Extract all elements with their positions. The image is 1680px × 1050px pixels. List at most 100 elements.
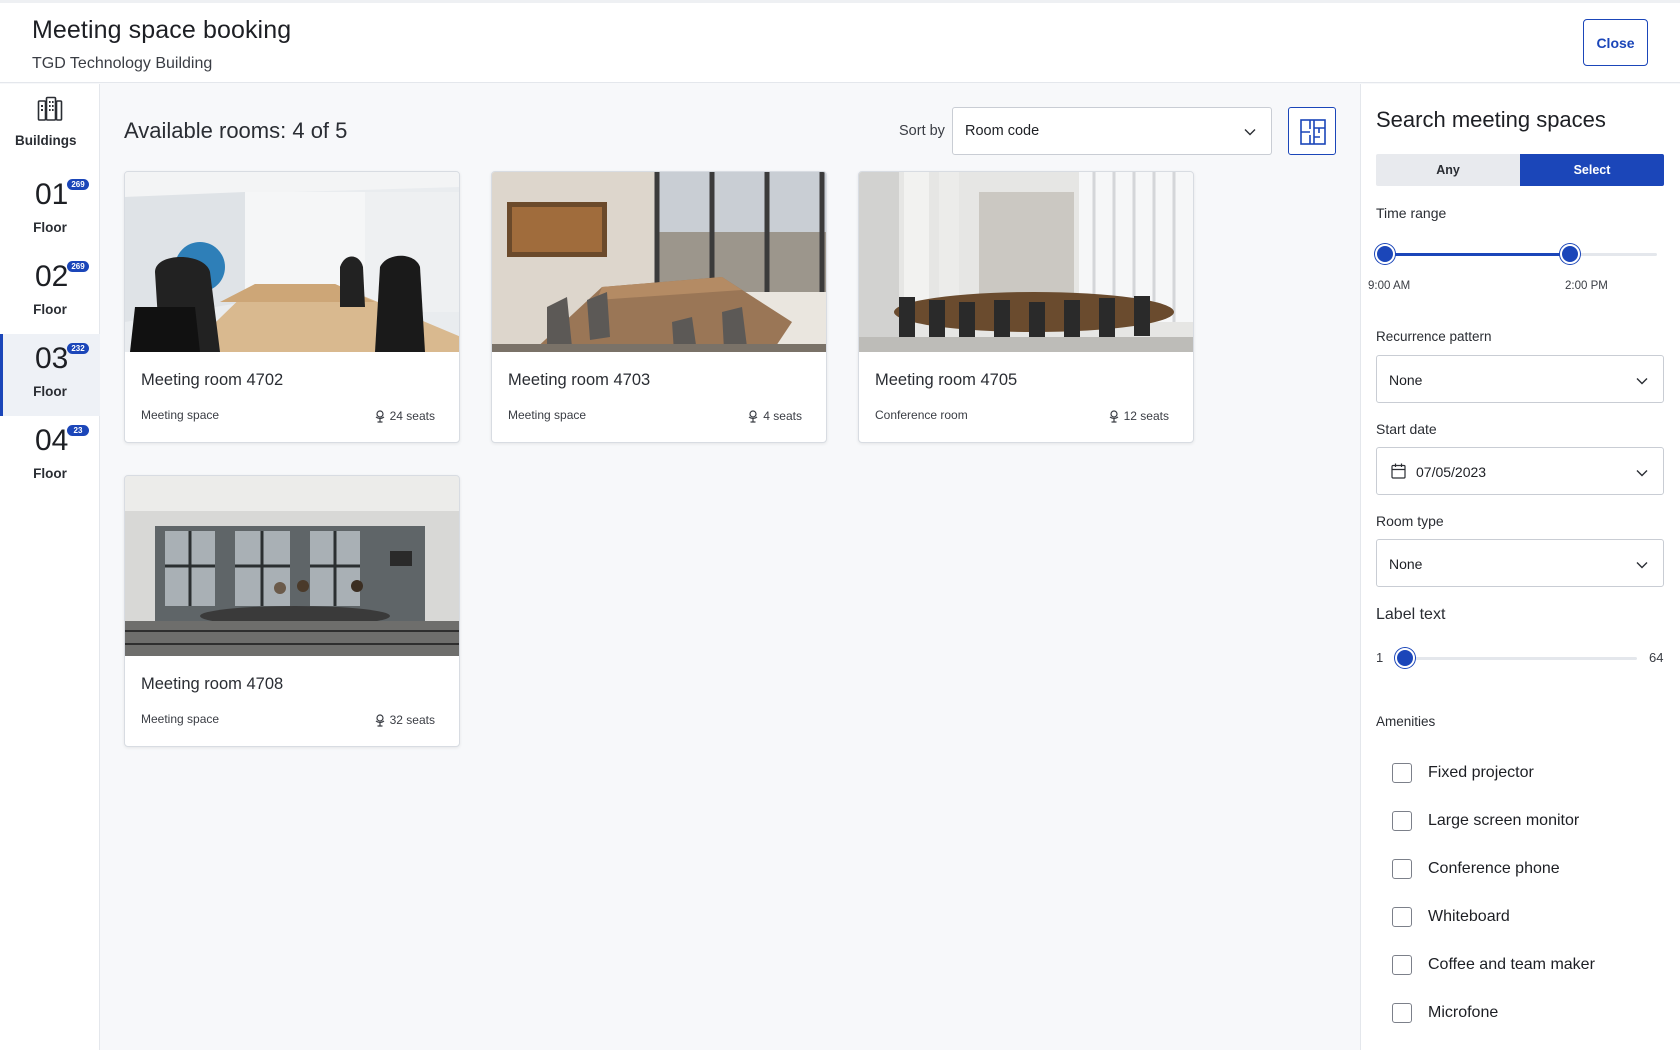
amenity-checkbox[interactable] bbox=[1392, 1003, 1412, 1023]
floor-number: 02 bbox=[35, 260, 69, 293]
buildings-label: Buildings bbox=[15, 133, 77, 148]
building-name: TGD Technology Building bbox=[32, 55, 213, 72]
available-rooms-count: Available rooms: 4 of 5 bbox=[124, 118, 348, 143]
floor-rail: Buildings 01 269 Floor 02 269 Floor 03 2… bbox=[0, 84, 100, 1050]
amenity-microfone[interactable]: Microfone bbox=[1392, 1003, 1498, 1023]
room-type: Meeting space bbox=[508, 408, 587, 422]
room-card-4705[interactable]: Meeting room 4705 Conference room 12 sea… bbox=[858, 171, 1194, 443]
time-range-label: Time range bbox=[1376, 205, 1447, 221]
sort-select[interactable]: Room code bbox=[952, 107, 1272, 155]
label-text-label: Label text bbox=[1376, 606, 1446, 623]
calendar-icon bbox=[1391, 463, 1406, 479]
start-date-picker[interactable]: 07/05/2023 bbox=[1376, 447, 1664, 495]
floor-label: Floor bbox=[33, 384, 67, 399]
chevron-down-icon bbox=[1636, 470, 1648, 477]
seat-icon bbox=[375, 409, 384, 423]
room-photo bbox=[125, 476, 459, 656]
room-type: Conference room bbox=[875, 408, 968, 422]
start-date-value: 07/05/2023 bbox=[1416, 464, 1487, 480]
floor-count-badge: 269 bbox=[67, 261, 89, 272]
amenity-conference-phone[interactable]: Conference phone bbox=[1392, 859, 1560, 879]
floor-count-badge: 232 bbox=[67, 343, 89, 354]
chevron-down-icon bbox=[1636, 378, 1648, 385]
amenity-checkbox[interactable] bbox=[1392, 907, 1412, 927]
amenity-checkbox[interactable] bbox=[1392, 763, 1412, 783]
floor-item-03[interactable]: 03 232 Floor bbox=[0, 334, 100, 416]
seat-count-text: 4 seats bbox=[763, 409, 802, 423]
floor-item-01[interactable]: 01 269 Floor bbox=[0, 170, 100, 252]
chevron-down-icon bbox=[1636, 562, 1648, 569]
floor-label: Floor bbox=[33, 466, 67, 481]
room-card-4708[interactable]: Meeting room 4708 Meeting space 32 seats bbox=[124, 475, 460, 747]
seat-count-text: 24 seats bbox=[389, 409, 435, 423]
time-range-fill bbox=[1385, 253, 1570, 256]
room-photo bbox=[492, 172, 826, 352]
amenity-label: Whiteboard bbox=[1428, 908, 1510, 925]
seat-icon bbox=[1109, 409, 1118, 423]
toggle-select[interactable]: Select bbox=[1520, 154, 1664, 186]
amenity-coffee-and-team-maker[interactable]: Coffee and team maker bbox=[1392, 955, 1595, 975]
any-select-toggle: Any Select bbox=[1376, 154, 1664, 186]
search-panel-title: Search meeting spaces bbox=[1376, 107, 1606, 132]
amenity-checkbox[interactable] bbox=[1392, 811, 1412, 831]
seat-count: 32 seats bbox=[375, 713, 435, 727]
room-type-select[interactable]: None bbox=[1376, 539, 1664, 587]
room-name: Meeting room 4702 bbox=[141, 371, 284, 389]
room-photo bbox=[859, 172, 1193, 352]
floor-label: Floor bbox=[33, 220, 67, 235]
floor-plan-button[interactable] bbox=[1288, 107, 1336, 155]
buildings-icon bbox=[37, 96, 63, 121]
floor-count-badge: 269 bbox=[67, 179, 89, 190]
recurrence-value: None bbox=[1389, 372, 1423, 388]
time-range-start-label: 9:00 AM bbox=[1368, 280, 1411, 292]
amenity-fixed-projector[interactable]: Fixed projector bbox=[1392, 763, 1534, 783]
label-text-track[interactable] bbox=[1405, 657, 1637, 660]
chevron-down-icon bbox=[1244, 129, 1256, 136]
floor-number: 04 bbox=[35, 424, 69, 457]
amenity-label: Conference phone bbox=[1428, 860, 1560, 877]
room-type-label: Room type bbox=[1376, 513, 1444, 529]
search-panel: Search meeting spaces Any Select Time ra… bbox=[1360, 84, 1680, 1050]
seat-count: 4 seats bbox=[748, 409, 802, 423]
toggle-any[interactable]: Any bbox=[1376, 154, 1520, 186]
recurrence-select[interactable]: None bbox=[1376, 355, 1664, 403]
label-text-min: 1 bbox=[1376, 650, 1384, 665]
amenity-label: Coffee and team maker bbox=[1428, 956, 1595, 973]
time-range-start-handle[interactable] bbox=[1375, 244, 1395, 264]
amenity-checkbox[interactable] bbox=[1392, 955, 1412, 975]
room-type: Meeting space bbox=[141, 712, 220, 726]
seat-count-text: 32 seats bbox=[389, 713, 435, 727]
floor-label: Floor bbox=[33, 302, 67, 317]
amenities-label: Amenities bbox=[1376, 714, 1436, 729]
page-header: Meeting space booking TGD Technology Bui… bbox=[0, 3, 1680, 83]
room-type-value: None bbox=[1389, 556, 1423, 572]
seat-count: 12 seats bbox=[1109, 409, 1169, 423]
room-photo bbox=[125, 172, 459, 352]
room-card-4702[interactable]: Meeting room 4702 Meeting space 24 seats bbox=[124, 171, 460, 443]
start-date-label: Start date bbox=[1376, 421, 1437, 437]
recurrence-label: Recurrence pattern bbox=[1376, 329, 1492, 344]
sort-select-value: Room code bbox=[965, 123, 1040, 139]
buildings-button[interactable]: Buildings bbox=[0, 96, 100, 156]
room-name: Meeting room 4705 bbox=[875, 371, 1018, 389]
room-name: Meeting room 4703 bbox=[508, 371, 651, 389]
floor-item-02[interactable]: 02 269 Floor bbox=[0, 252, 100, 334]
floor-number: 03 bbox=[35, 342, 69, 375]
amenity-label: Microfone bbox=[1428, 1004, 1499, 1021]
room-card-4703[interactable]: Meeting room 4703 Meeting space 4 seats bbox=[491, 171, 827, 443]
amenity-label: Large screen monitor bbox=[1428, 812, 1580, 829]
amenity-whiteboard[interactable]: Whiteboard bbox=[1392, 907, 1510, 927]
time-range-end-handle[interactable] bbox=[1559, 244, 1580, 264]
seat-icon bbox=[375, 713, 384, 727]
floor-number: 01 bbox=[35, 178, 69, 211]
close-button[interactable]: Close bbox=[1583, 19, 1648, 66]
seat-count-text: 12 seats bbox=[1123, 409, 1169, 423]
amenity-large-screen-monitor[interactable]: Large screen monitor bbox=[1392, 811, 1579, 831]
time-range-end-label: 2:00 PM bbox=[1565, 280, 1608, 292]
sort-by-label: Sort by bbox=[899, 123, 945, 139]
room-type: Meeting space bbox=[141, 408, 220, 422]
amenity-checkbox[interactable] bbox=[1392, 859, 1412, 879]
floor-item-04[interactable]: 04 23 Floor bbox=[0, 416, 100, 498]
label-text-handle[interactable] bbox=[1395, 648, 1415, 668]
label-text-max: 64 bbox=[1649, 650, 1664, 665]
